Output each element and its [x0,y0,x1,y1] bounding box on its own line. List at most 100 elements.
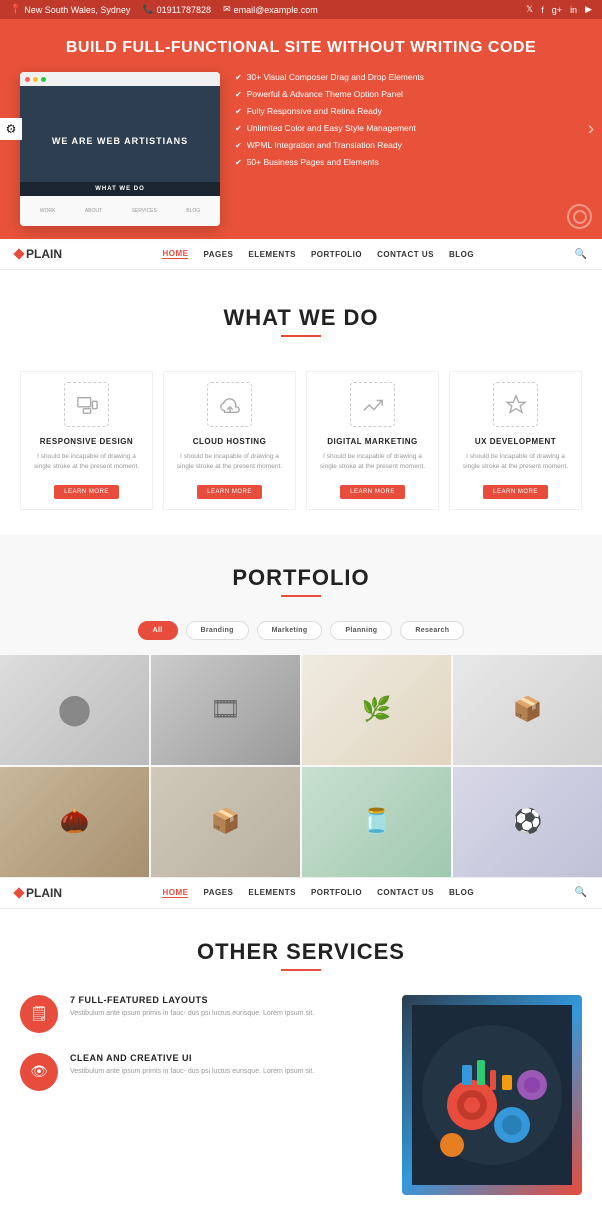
portfolio-item-3[interactable]: 🌿 [302,655,451,765]
hero-content: WE ARE WEB ARTISTIANS WHAT WE DO WORK AB… [20,72,582,226]
bottom-nav-pages[interactable]: PAGES [203,888,233,897]
portfolio-img-3: 🌿 [302,655,451,765]
hero-features-list: 30+ Visual Composer Drag and Drop Elemen… [235,72,582,174]
mockup-dot-green [41,77,46,82]
bottom-navbar-logo[interactable]: PLAIN [15,886,62,900]
portfolio-img-5: 🌰 [0,767,149,877]
mockup-subtitle: WHAT WE DO [20,182,220,196]
marketing-svg [362,394,384,416]
top-bar: 📍 New South Wales, Sydney 📞 01911787828 … [0,0,602,19]
digital-marketing-icon [350,382,395,427]
hero-next-button[interactable]: › [588,119,594,140]
service-card-responsive: RESPONSIVE DESIGN I should be incapable … [20,371,153,510]
navbar-logo[interactable]: PLAIN [15,247,62,261]
bottom-navbar: PLAIN HOME PAGES ELEMENTS PORTFOLIO CONT… [0,877,602,909]
filter-all[interactable]: All [138,621,178,640]
facebook-icon[interactable]: f [541,5,544,15]
linkedin-icon[interactable]: ▶ [585,4,592,15]
responsive-design-icon [64,382,109,427]
service-desc-4: I should be incapable of drawing a singl… [458,452,573,472]
portfolio-item-5[interactable]: 🌰 [0,767,149,877]
nav-pages[interactable]: PAGES [203,250,233,259]
hero-prev-button[interactable]: ‹ [8,119,14,140]
other-services-image [402,995,582,1195]
nav-blog[interactable]: BLOG [449,250,474,259]
nav-home[interactable]: HOME [162,249,188,259]
portfolio-img-6: 📦 [151,767,300,877]
other-services-list: 🗒 7 FULL-FEATURED LAYOUTS Vestibulum ant… [20,995,382,1195]
service-card-ux: UX DEVELOPMENT I should be incapable of … [449,371,582,510]
other-service-desc-2: Vestibulum ante ipsum primis in fauc- du… [70,1067,314,1078]
ux-svg [505,394,527,416]
service-card-marketing: DIGITAL MARKETING I should be incapable … [306,371,439,510]
filter-planning[interactable]: Planning [330,621,392,640]
portfolio-img-2: 🎞 [151,655,300,765]
hero-circle-decoration [567,204,592,229]
phone-info: 📞 01911787828 [142,4,211,15]
other-image-svg [412,1005,572,1185]
filter-marketing[interactable]: Marketing [257,621,323,640]
phone-icon: 📞 [142,4,153,15]
twitter-icon[interactable]: 𝕏 [526,4,533,15]
service-desc-1: I should be incapable of drawing a singl… [29,452,144,472]
navbar-menu: HOME PAGES ELEMENTS PORTFOLIO CONTACT US… [162,249,474,259]
bottom-logo-diamond-icon [13,887,24,898]
mockup-tab-3: SERVICES [132,208,157,214]
ux-development-icon [493,382,538,427]
portfolio-img-4: 📦 [453,655,602,765]
location-icon: 📍 [10,4,21,15]
service-btn-3[interactable]: Learn More [340,485,405,499]
cloud-hosting-icon [207,382,252,427]
mockup-tab-2: ABOUT [85,208,102,214]
bottom-nav-home[interactable]: HOME [162,888,188,898]
portfolio-section: ⚙ PORTFOLIO All Branding Marketing Plann… [0,535,602,877]
email-icon: ✉ [223,4,231,15]
bottom-nav-contact[interactable]: CONTACT US [377,888,434,897]
feature-item-3: Fully Responsive and Retina Ready [235,106,582,116]
bottom-nav-blog[interactable]: BLOG [449,888,474,897]
other-service-item-1: 🗒 7 FULL-FEATURED LAYOUTS Vestibulum ant… [20,995,382,1033]
portfolio-item-8[interactable]: ⚽ [453,767,602,877]
portfolio-item-1[interactable]: ⬤ [0,655,149,765]
responsive-svg [76,394,98,416]
search-icon[interactable]: 🔍 [575,249,587,260]
google-plus-icon[interactable]: g+ [552,5,562,15]
mockup-tab-4: BLOG [186,208,200,214]
portfolio-header: PORTFOLIO [0,565,602,591]
instagram-icon[interactable]: in [570,5,577,15]
nav-contact[interactable]: CONTACT US [377,250,434,259]
portfolio-item-4[interactable]: 📦 [453,655,602,765]
what-we-do-section: WHAT WE DO RESPONSIVE DESIGN I should be… [0,270,602,535]
other-service-desc-1: Vestibulum ante ipsum primis in fauc- du… [70,1009,314,1020]
bottom-nav-portfolio[interactable]: PORTFOLIO [311,888,362,897]
service-btn-4[interactable]: Learn More [483,485,548,499]
portfolio-item-6[interactable]: 📦 [151,767,300,877]
portfolio-grid: ⬤ 🎞 🌿 📦 🌰 📦 🫙 ⚽ [0,655,602,877]
portfolio-item-2[interactable]: 🎞 [151,655,300,765]
portfolio-item-7[interactable]: 🫙 [302,767,451,877]
other-service-text-1: 7 FULL-FEATURED LAYOUTS Vestibulum ante … [70,995,314,1020]
nav-elements[interactable]: ELEMENTS [248,250,296,259]
main-navbar: PLAIN HOME PAGES ELEMENTS PORTFOLIO CONT… [0,239,602,270]
portfolio-img-1: ⬤ [0,655,149,765]
feature-item-1: 30+ Visual Composer Drag and Drop Elemen… [235,72,582,82]
filter-research[interactable]: Research [400,621,464,640]
hero-section: ⚙ ‹ › BUILD FULL-FUNCTIONAL SITE WITHOUT… [0,19,602,239]
mockup-tab-1: WORK [40,208,56,214]
service-btn-2[interactable]: Learn More [197,485,262,499]
service-name-4: UX DEVELOPMENT [458,437,573,446]
service-name-2: CLOUD HOSTING [172,437,287,446]
portfolio-title: PORTFOLIO [20,565,582,591]
other-service-icon-1: 🗒 [20,995,58,1033]
other-service-title-1: 7 FULL-FEATURED LAYOUTS [70,995,314,1005]
mockup-headline: WE ARE WEB ARTISTIANS [42,136,198,146]
nav-portfolio[interactable]: PORTFOLIO [311,250,362,259]
other-service-text-2: CLEAN AND CREATIVE UI Vestibulum ante ip… [70,1053,314,1078]
hero-circle-inner [573,210,587,224]
other-services-title: OTHER SERVICES [20,939,582,965]
filter-branding[interactable]: Branding [186,621,249,640]
service-btn-1[interactable]: Learn More [54,485,119,499]
bottom-nav-elements[interactable]: ELEMENTS [248,888,296,897]
bottom-search-icon[interactable]: 🔍 [575,887,587,898]
hero-mockup: WE ARE WEB ARTISTIANS WHAT WE DO WORK AB… [20,72,220,226]
